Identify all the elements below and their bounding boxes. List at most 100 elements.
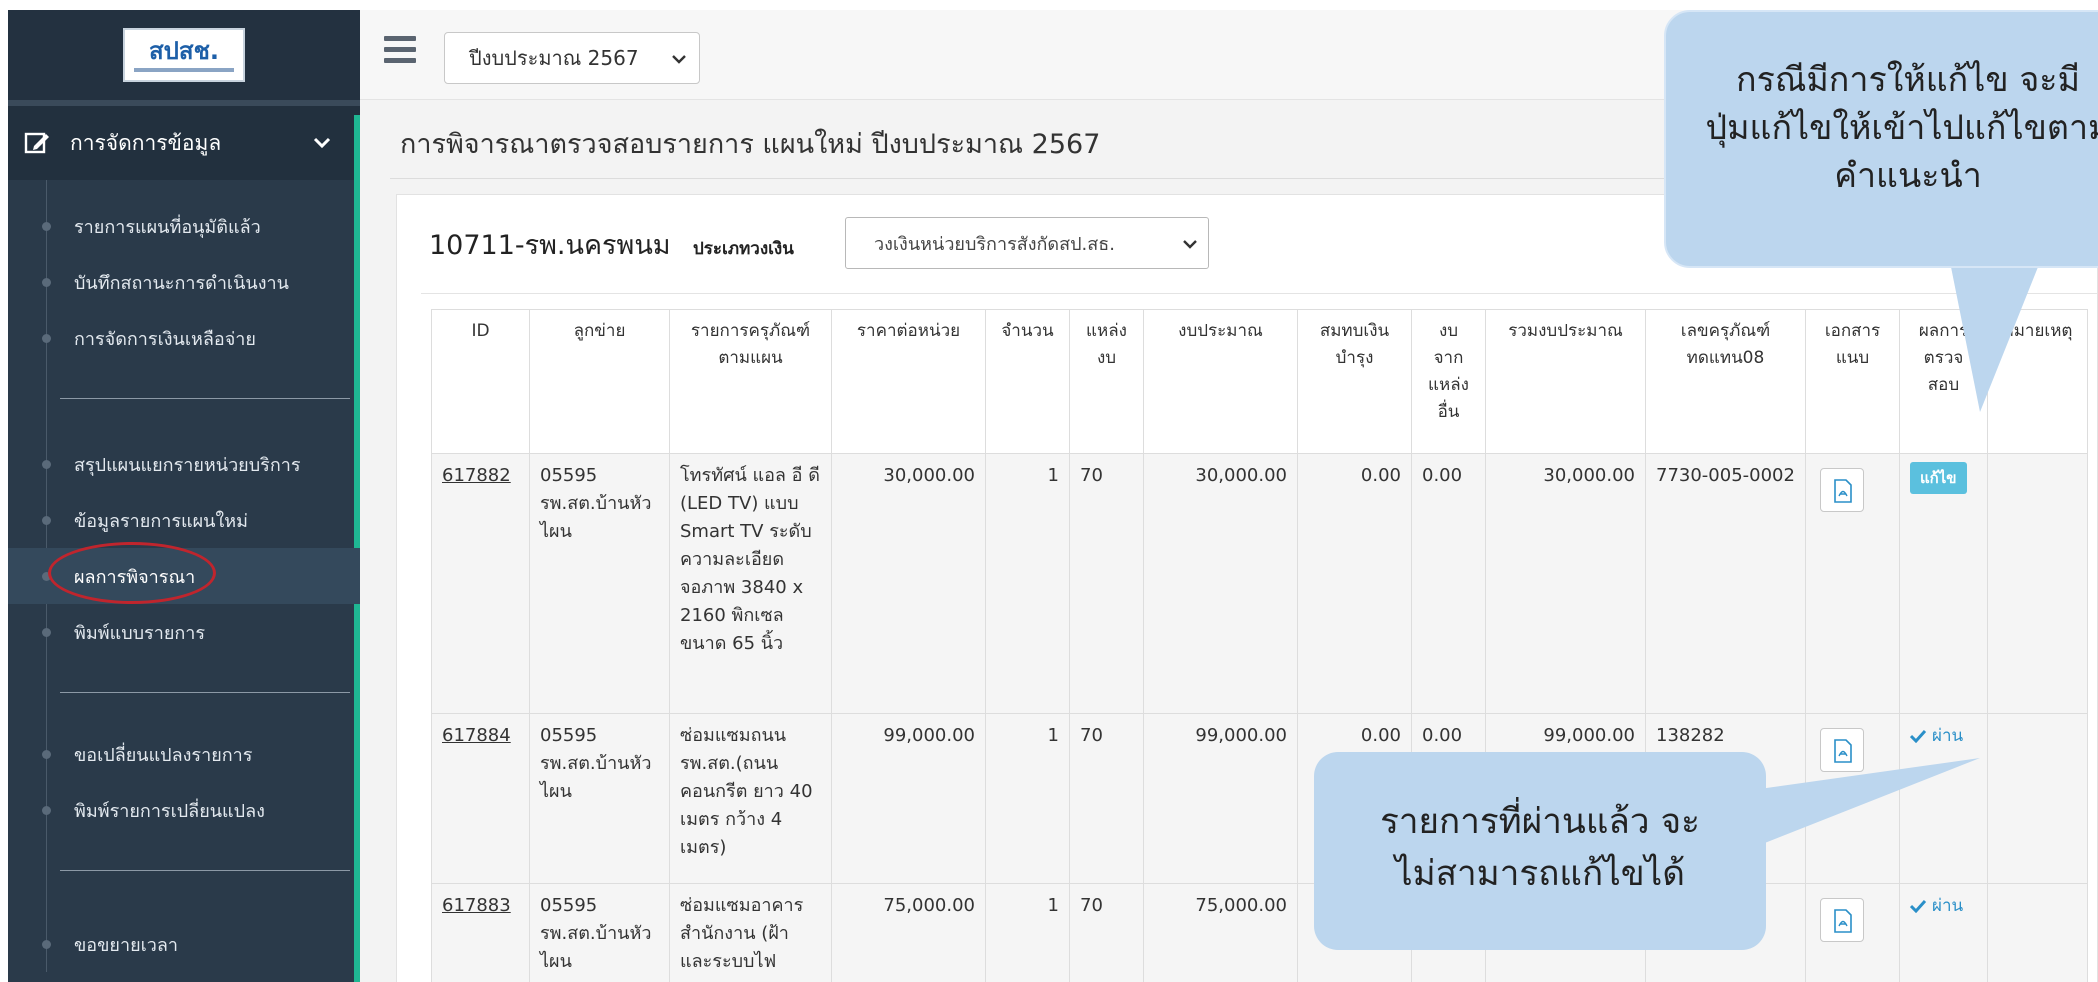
logo-subline [134,68,234,72]
cell-item: ซ่อมแซมถนน รพ.สต.(ถนนคอนกรีต ยาว 40 เมตร… [669,713,832,884]
row-id-link[interactable]: 617882 [442,465,511,486]
cell-unit-price: 30,000.00 [831,453,986,714]
callout-edit-line: ปุ่มแก้ไขให้เข้าไปแก้ไขตาม [1705,108,2098,148]
sidebar-item-extend-time[interactable]: ขอขยายเวลา [8,916,360,972]
cell-budget: 75,000.00 [1143,883,1298,982]
cell-id[interactable]: 617884 [431,713,530,884]
cell-other: 0.00 [1411,453,1486,714]
sidebar-item-label: ขอขยายเวลา [74,934,179,956]
menu-divider [8,366,360,426]
col-header-result[interactable]: ผลการ ตรวจ สอบ [1899,309,1988,454]
pass-status: ผ่าน [1910,892,1963,920]
col-header-total[interactable]: รวมงบประมาณ [1485,309,1646,454]
pdf-button[interactable] [1820,898,1864,942]
table-row: 617883 05595 รพ.สต.บ้านหัวไผน ซ่อมแซมอาค… [431,883,2088,982]
menu-spacer [8,426,360,436]
fiscal-year-value: ปีงบประมาณ 2567 [469,46,639,70]
menu-dot [42,750,51,759]
table-row: 617882 05595 รพ.สต.บ้านหัวไผน โทรทัศน์ แ… [431,453,2088,714]
menu-divider [8,838,360,898]
menu-divider [8,660,360,720]
cell-network: 05595 รพ.สต.บ้านหัวไผน [529,713,670,884]
edit-result-button[interactable]: แก้ไข [1910,462,1967,494]
col-header-id[interactable]: ID [431,309,530,454]
logo-text: สปสช. [149,37,219,65]
cell-network: 05595 รพ.สต.บ้านหัวไผน [529,453,670,714]
table-row: 617884 05595 รพ.สต.บ้านหัวไผน ซ่อมแซมถนน… [431,713,2088,884]
cell-network: 05595 รพ.สต.บ้านหัวไผน [529,883,670,982]
sidebar-item-label: พิมพ์รายการเปลี่ยนแปลง [74,800,265,822]
cell-qty: 1 [985,713,1070,884]
sidebar-section-data-management[interactable]: การจัดการข้อมูล [8,100,360,180]
col-header-support[interactable]: สมทบเงิน บำรุง [1297,309,1412,454]
sidebar-section-label: การจัดการข้อมูล [70,130,222,155]
col-header-unit-price[interactable]: ราคาต่อหน่วย [831,309,986,454]
sidebar-item-print-changes[interactable]: พิมพ์รายการเปลี่ยนแปลง [8,782,360,838]
panel-divider [421,293,2097,294]
menu-dot [42,940,51,949]
col-header-budget[interactable]: งบประมาณ [1143,309,1298,454]
sidebar-item-approved-plans[interactable]: รายการแผนที่อนุมัติแล้ว [8,198,360,254]
col-header-qty[interactable]: จำนวน [985,309,1070,454]
pass-label: ผ่าน [1932,896,1964,916]
page-title: การพิจารณาตรวจสอบรายการ แผนใหม่ ปีงบประม… [400,129,1101,160]
col-header-other[interactable]: งบ จาก แหล่ง อื่น [1411,309,1486,454]
sidebar-item-label: การจัดการเงินเหลือจ่าย [74,328,256,350]
sidebar-item-label: ข้อมูลรายการแผนใหม่ [74,510,248,532]
fiscal-year-select[interactable]: ปีงบประมาณ 2567 [444,32,700,84]
cell-support: 0.00 [1297,453,1412,714]
cell-note [1987,713,2088,884]
review-panel: 10711-รพ.นครพนม ประเภทวงเงิน วงเงินหน่วย… [396,194,2098,982]
col-header-replace[interactable]: เลขครุภัณฑ์ ทดแทน08 [1645,309,1806,454]
col-header-note[interactable]: หมายเหตุ [1987,309,2088,454]
cell-budget: 30,000.00 [1143,453,1298,714]
money-type-select[interactable]: วงเงินหน่วยบริการสังกัดสป.สธ. [845,217,1209,269]
cell-docs [1805,713,1900,884]
cell-id[interactable]: 617882 [431,453,530,714]
cell-id[interactable]: 617883 [431,883,530,982]
pass-label: ผ่าน [1932,726,1964,746]
cell-unit-price: 75,000.00 [831,883,986,982]
menu-dot [42,334,51,343]
sidebar-item-change-request[interactable]: ขอเปลี่ยนแปลงรายการ [8,726,360,782]
sidebar-item-status-record[interactable]: บันทึกสถานะการดำเนินงาน [8,254,360,310]
menu-dot [42,278,51,287]
col-header-docs[interactable]: เอกสาร แนบ [1805,309,1900,454]
hamburger-icon[interactable] [384,36,416,64]
callout-edit-text: กรณีมีการให้แก้ไข จะมี ปุ่มแก้ไขให้เข้าไ… [1668,56,2098,200]
sidebar-item-label: รายการแผนที่อนุมัติแล้ว [74,216,261,238]
annotation-circle [48,542,216,604]
row-id-link[interactable]: 617884 [442,725,511,746]
sidebar-item-review-results[interactable]: ผลการพิจารณา [8,542,360,604]
pdf-button[interactable] [1820,468,1864,512]
plan-table: ID ลูกข่าย รายการครุภัณฑ์ ตามแผน ราคาต่อ… [431,309,2088,982]
cell-source: 70 [1069,453,1144,714]
menu-dot [42,222,51,231]
money-type-value: วงเงินหน่วยบริการสังกัดสป.สธ. [874,233,1115,255]
cell-docs [1805,883,1900,982]
cell-result: ผ่าน [1899,883,1988,982]
row-id-link[interactable]: 617883 [442,895,511,916]
col-header-item[interactable]: รายการครุภัณฑ์ ตามแผน [669,309,832,454]
sidebar-item-leftover-money[interactable]: การจัดการเงินเหลือจ่าย [8,310,360,366]
pdf-icon [1834,909,1852,933]
sidebar-item-label: พิมพ์แบบรายการ [74,622,206,644]
money-type-label: ประเภทวงเงิน [693,239,794,259]
sidebar-item-label: บันทึกสถานะการดำเนินงาน [74,272,289,294]
cell-note [1987,453,2088,714]
callout-pass-text: รายการที่ผ่านแล้ว จะ ไม่สามารถแก้ไขได้ [1314,796,1766,900]
cell-result: แก้ไข [1899,453,1988,714]
sidebar-item-plan-summary[interactable]: สรุปแผนแยกรายหน่วยบริการ [8,436,360,492]
logo[interactable]: สปสช. [123,28,245,82]
callout-pass-line: ไม่สามารถแก้ไขได้ [1394,854,1685,894]
sidebar-item-print-form[interactable]: พิมพ์แบบรายการ [8,604,360,660]
table-header-row: ID ลูกข่าย รายการครุภัณฑ์ ตามแผน ราคาต่อ… [431,309,2088,454]
col-header-source[interactable]: แหล่ง งบ [1069,309,1144,454]
menu-spacer [8,180,360,198]
sidebar-menu: รายการแผนที่อนุมัติแล้ว บันทึกสถานะการดำ… [8,180,360,972]
pdf-button[interactable] [1820,728,1864,772]
sidebar-item-new-plan-data[interactable]: ข้อมูลรายการแผนใหม่ [8,492,360,548]
brand-area: สปสช. [8,10,360,100]
cell-item: ซ่อมแซมอาคารสำนักงาน (ฝ้าและระบบไฟ [669,883,832,982]
col-header-network[interactable]: ลูกข่าย [529,309,670,454]
